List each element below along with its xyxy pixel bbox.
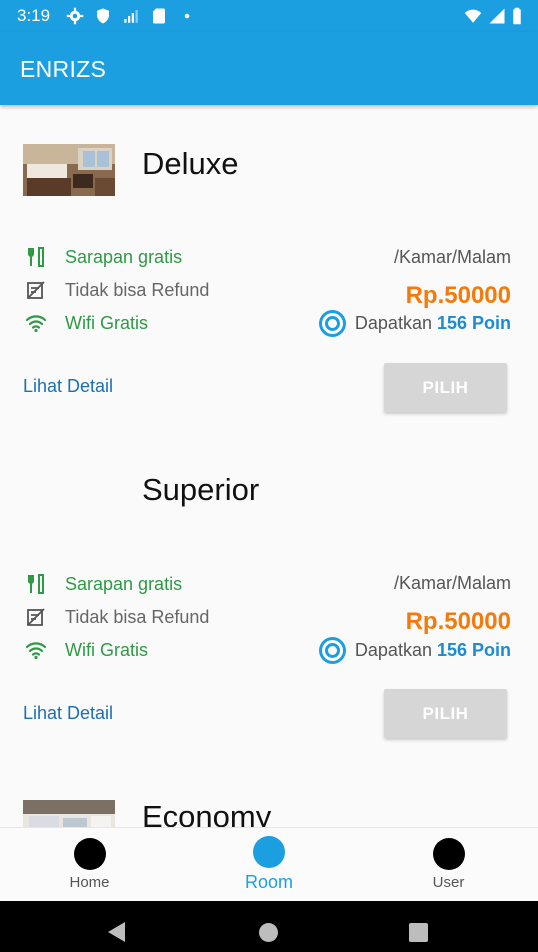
room-card: Deluxe Sarapan gratis Tidak bisa Refund … (0, 105, 538, 432)
room-card: Economy (0, 759, 538, 827)
lihat-detail-link[interactable]: Lihat Detail (23, 703, 113, 724)
room-price: Rp.50000 (405, 282, 511, 309)
signal-icon (489, 8, 505, 24)
app-title: ENRIZS (20, 56, 107, 82)
poin-value: 156 Poin (436, 640, 511, 660)
no-refund-icon (24, 606, 48, 628)
home-circle-icon[interactable] (259, 923, 278, 942)
battery-icon (513, 7, 521, 25)
feature-label: Wifi Gratis (65, 312, 148, 333)
status-left-icons (66, 7, 196, 25)
status-right-icons (464, 7, 522, 25)
fork-knife-icon (24, 573, 48, 595)
shield-icon (97, 8, 109, 24)
feature-label: Sarapan gratis (65, 246, 183, 267)
room-price: Rp.50000 (405, 608, 511, 635)
poin-value: 156 Poin (436, 313, 511, 333)
room-name: Deluxe (142, 146, 239, 181)
wifi-icon (24, 312, 48, 334)
feature-refund: Tidak bisa Refund (24, 606, 209, 628)
room-name: Economy (142, 799, 272, 827)
feature-breakfast: Sarapan gratis (24, 246, 182, 268)
no-refund-icon (24, 279, 48, 301)
poin-coin-icon (318, 637, 346, 664)
wifi-icon (464, 9, 482, 23)
nav-label: Home (69, 874, 110, 891)
lihat-detail-link[interactable]: Lihat Detail (23, 376, 113, 397)
room-icon (253, 836, 285, 868)
feature-breakfast: Sarapan gratis (24, 573, 182, 595)
feature-wifi: Wifi Gratis (24, 639, 148, 661)
room-list[interactable]: Deluxe Sarapan gratis Tidak bisa Refund … (0, 105, 538, 827)
room-name: Superior (142, 472, 260, 507)
room-image (23, 800, 115, 827)
status-bar: 3:19 (0, 0, 538, 32)
home-icon (73, 838, 106, 870)
dot-icon (184, 13, 190, 19)
feature-wifi: Wifi Gratis (24, 312, 148, 334)
gear-icon (66, 7, 84, 25)
room-image (23, 144, 115, 196)
nav-label: User (432, 874, 465, 891)
no-signal-icon (124, 10, 138, 23)
system-navigation-bar (0, 901, 538, 952)
feature-refund: Tidak bisa Refund (24, 279, 209, 301)
poin-prefix: Dapatkan (354, 640, 432, 660)
user-icon (432, 838, 465, 870)
poin-info: Dapatkan 156 Poin (318, 637, 511, 664)
sd-card-icon (153, 8, 165, 24)
feature-label: Wifi Gratis (65, 639, 148, 660)
bottom-navigation: Home Room User (0, 827, 538, 901)
nav-room[interactable]: Room (179, 828, 359, 902)
nav-home[interactable]: Home (0, 828, 179, 902)
feature-label: Sarapan gratis (65, 573, 183, 594)
poin-info: Dapatkan 156 Poin (318, 310, 511, 337)
app-bar: ENRIZS (0, 32, 538, 105)
fork-knife-icon (24, 246, 48, 268)
per-night-label: /Kamar/Malam (393, 247, 511, 267)
recent-apps-icon[interactable] (409, 923, 428, 942)
back-icon[interactable] (108, 922, 125, 942)
feature-label: Tidak bisa Refund (65, 606, 210, 627)
nav-label: Room (244, 872, 293, 892)
wifi-icon (24, 639, 48, 661)
feature-label: Tidak bisa Refund (65, 279, 210, 300)
per-night-label: /Kamar/Malam (393, 573, 511, 593)
room-card: Superior Sarapan gratis Tidak bisa Refun… (0, 432, 538, 759)
pilih-button[interactable]: PILIH (384, 363, 507, 412)
nav-user[interactable]: User (359, 828, 538, 902)
status-time: 3:19 (17, 6, 51, 25)
poin-prefix: Dapatkan (354, 313, 432, 333)
poin-coin-icon (318, 310, 346, 337)
pilih-button[interactable]: PILIH (384, 689, 507, 738)
